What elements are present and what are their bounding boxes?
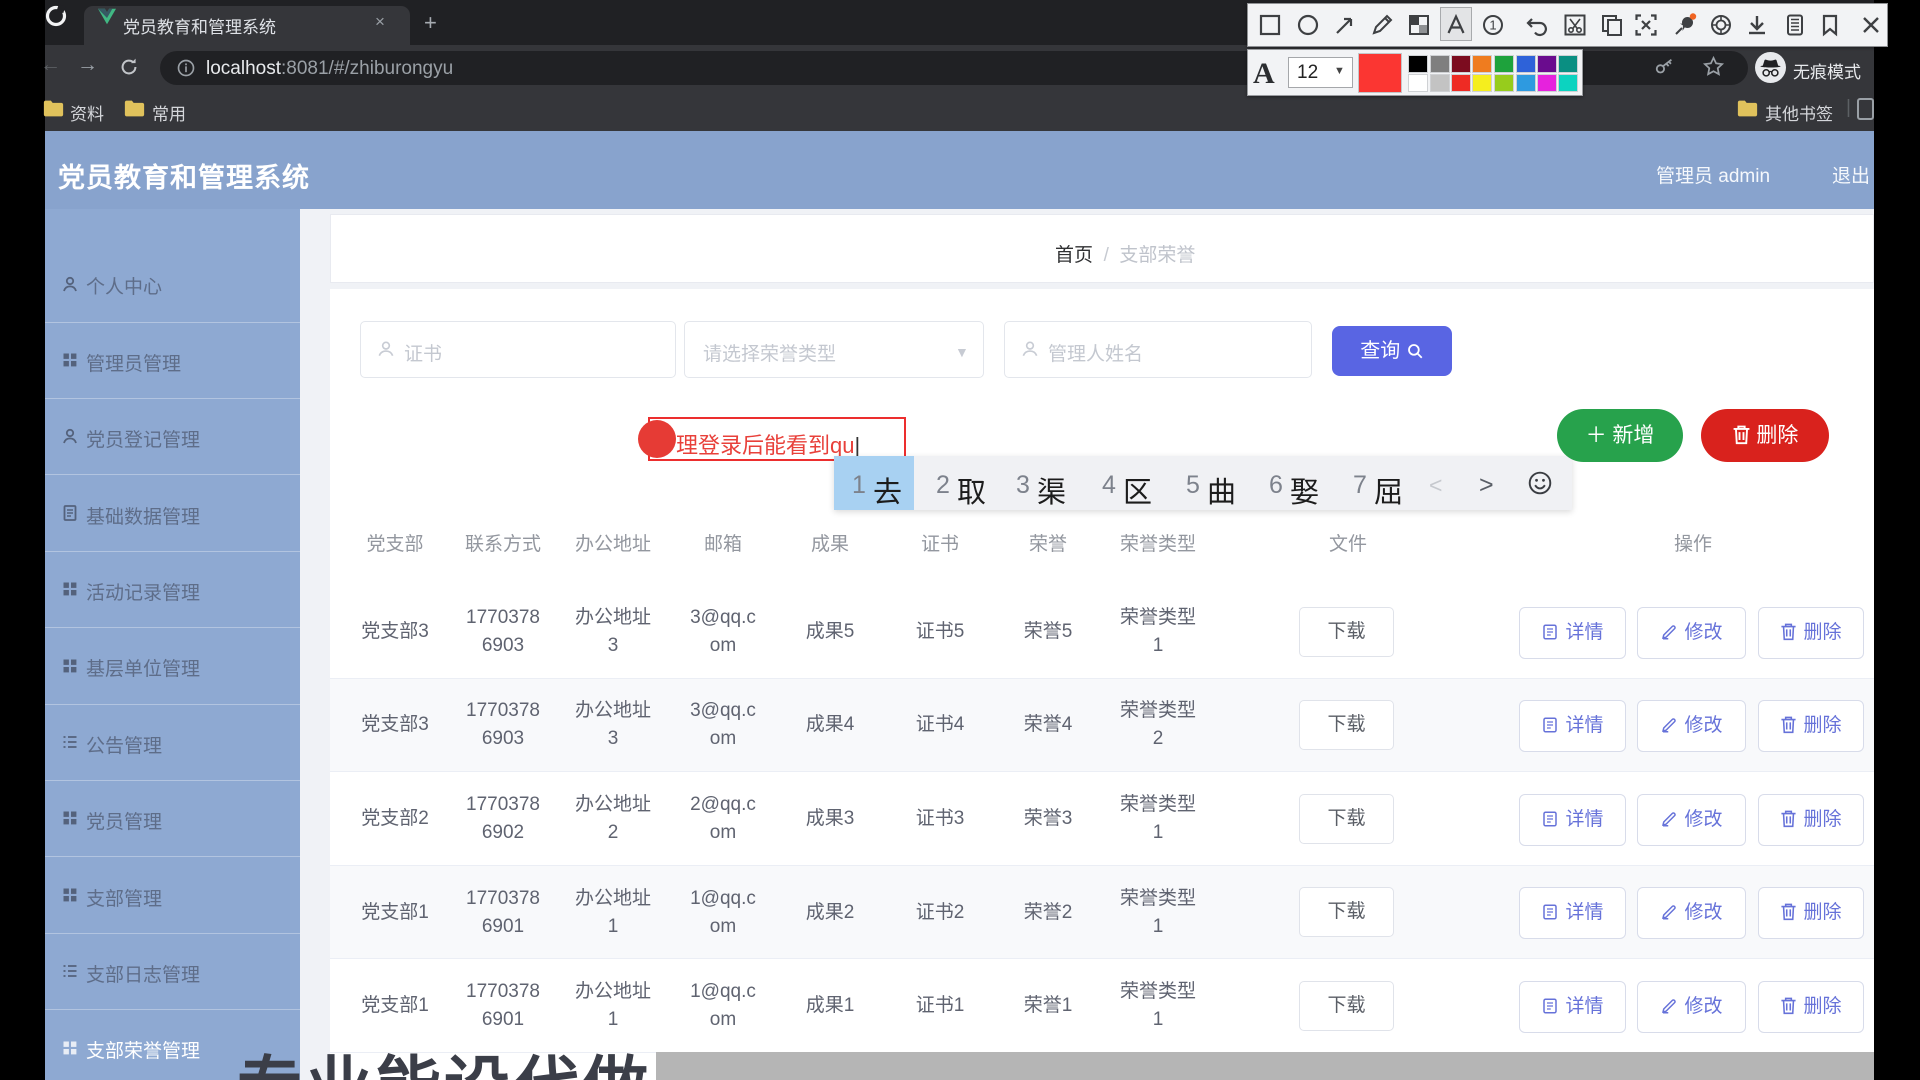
svg-text:1: 1	[1489, 18, 1496, 33]
